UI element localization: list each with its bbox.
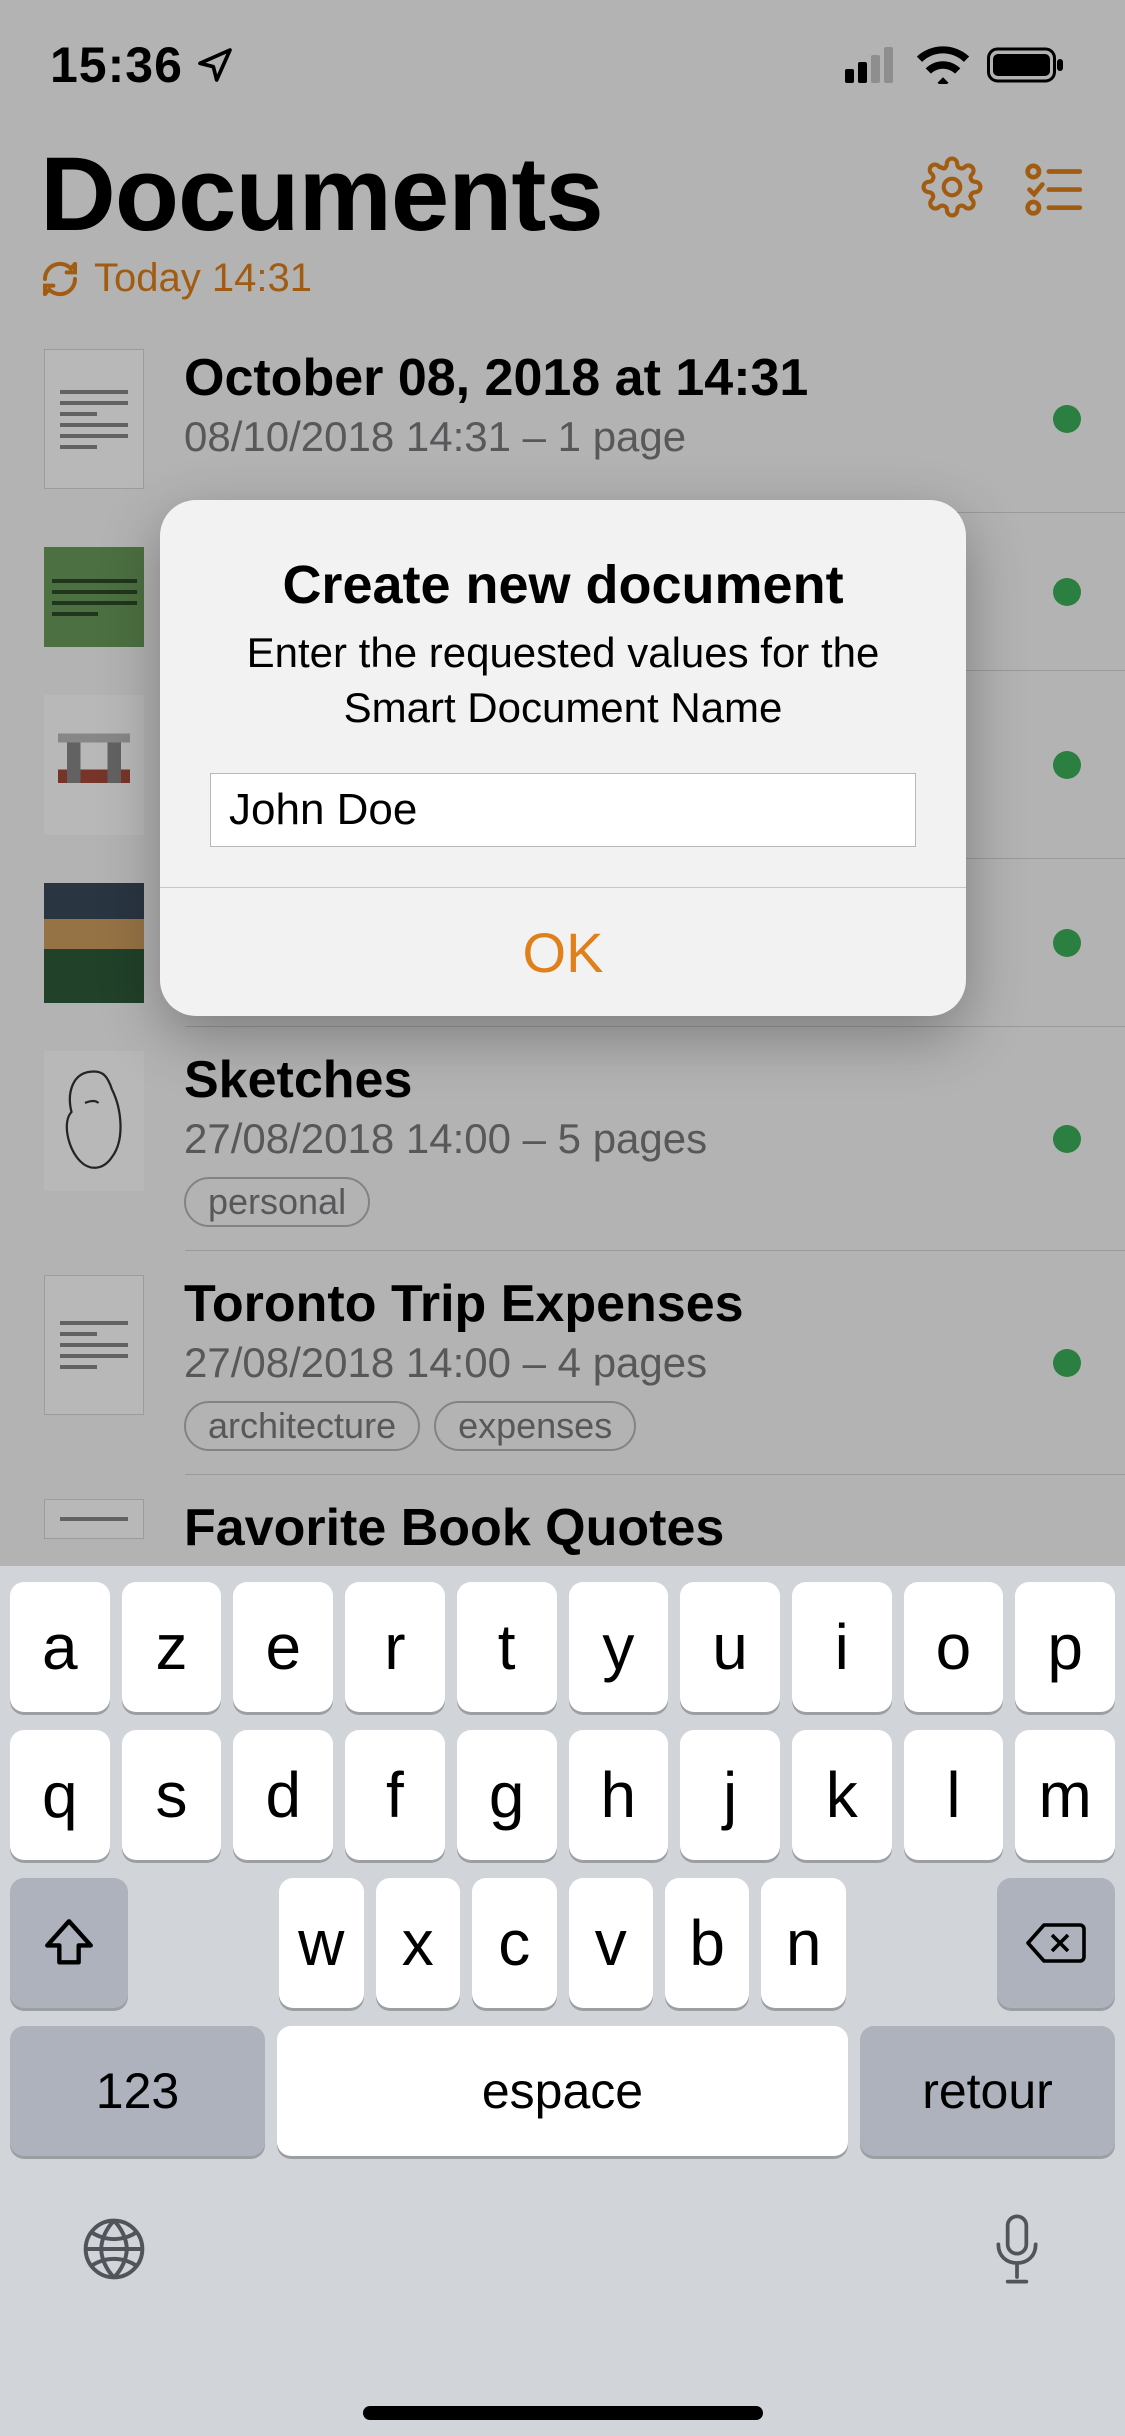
globe-button[interactable]: [80, 2215, 148, 2283]
key-shift[interactable]: [10, 1878, 128, 2008]
key-e[interactable]: e: [233, 1582, 333, 1712]
globe-icon: [80, 2215, 148, 2283]
backspace-icon: [1024, 1918, 1088, 1968]
shift-icon: [40, 1914, 98, 1972]
key-v[interactable]: v: [569, 1878, 653, 2008]
key-b[interactable]: b: [665, 1878, 749, 2008]
key-w[interactable]: w: [279, 1878, 363, 2008]
key-c[interactable]: c: [472, 1878, 556, 2008]
key-z[interactable]: z: [122, 1582, 222, 1712]
key-backspace[interactable]: [997, 1878, 1115, 2008]
key-k[interactable]: k: [792, 1730, 892, 1860]
keyboard-row: w x c v b n: [10, 1878, 1115, 2008]
document-name-input[interactable]: [210, 773, 916, 847]
key-u[interactable]: u: [680, 1582, 780, 1712]
dictation-button[interactable]: [989, 2211, 1045, 2287]
key-t[interactable]: t: [457, 1582, 557, 1712]
key-f[interactable]: f: [345, 1730, 445, 1860]
key-numbers[interactable]: 123: [10, 2026, 265, 2156]
screen: 15:36: [0, 0, 1125, 2436]
ok-button[interactable]: OK: [160, 888, 966, 1016]
key-y[interactable]: y: [569, 1582, 669, 1712]
key-return[interactable]: retour: [860, 2026, 1115, 2156]
key-p[interactable]: p: [1015, 1582, 1115, 1712]
create-document-dialog: Create new document Enter the requested …: [160, 500, 966, 1016]
key-m[interactable]: m: [1015, 1730, 1115, 1860]
dialog-message: Enter the requested values for the Smart…: [210, 626, 916, 735]
microphone-icon: [989, 2211, 1045, 2287]
key-q[interactable]: q: [10, 1730, 110, 1860]
key-j[interactable]: j: [680, 1730, 780, 1860]
key-space[interactable]: espace: [277, 2026, 848, 2156]
keyboard: a z e r t y u i o p q s d f g h j k l m: [0, 1566, 1125, 2436]
key-x[interactable]: x: [376, 1878, 460, 2008]
key-n[interactable]: n: [761, 1878, 845, 2008]
key-g[interactable]: g: [457, 1730, 557, 1860]
key-l[interactable]: l: [904, 1730, 1004, 1860]
key-h[interactable]: h: [569, 1730, 669, 1860]
key-d[interactable]: d: [233, 1730, 333, 1860]
key-o[interactable]: o: [904, 1582, 1004, 1712]
key-a[interactable]: a: [10, 1582, 110, 1712]
keyboard-row: 123 espace retour: [10, 2026, 1115, 2156]
key-r[interactable]: r: [345, 1582, 445, 1712]
keyboard-row: a z e r t y u i o p: [10, 1582, 1115, 1712]
key-s[interactable]: s: [122, 1730, 222, 1860]
key-i[interactable]: i: [792, 1582, 892, 1712]
dialog-title: Create new document: [210, 554, 916, 616]
keyboard-bottom-row: [10, 2174, 1115, 2324]
keyboard-row: q s d f g h j k l m: [10, 1730, 1115, 1860]
home-indicator[interactable]: [363, 2406, 763, 2420]
